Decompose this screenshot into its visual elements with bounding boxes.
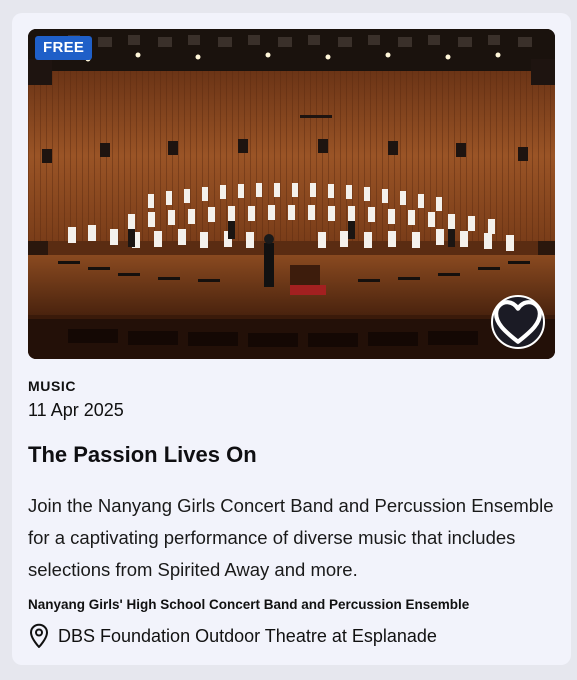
heart-icon: [494, 300, 542, 344]
venue-label: DBS Foundation Outdoor Theatre at Esplan…: [58, 625, 437, 646]
event-image[interactable]: FREE: [28, 29, 555, 359]
event-title[interactable]: The Passion Lives On: [28, 442, 257, 468]
event-category: MUSIC: [28, 378, 77, 394]
location-pin-icon: [30, 623, 48, 648]
event-date: 11 Apr 2025: [28, 400, 124, 420]
free-badge: FREE: [35, 36, 93, 60]
event-venue: DBS Foundation Outdoor Theatre at Esplan…: [28, 623, 437, 649]
concert-hall-photo: [28, 29, 555, 359]
event-organiser: Nanyang Girls' High School Concert Band …: [28, 597, 470, 612]
event-card[interactable]: FREE MUSIC 11 Apr 2025 The Passion Lives…: [12, 13, 571, 665]
event-description: Join the Nanyang Girls Concert Band and …: [28, 495, 554, 580]
favourite-button[interactable]: [491, 295, 545, 349]
